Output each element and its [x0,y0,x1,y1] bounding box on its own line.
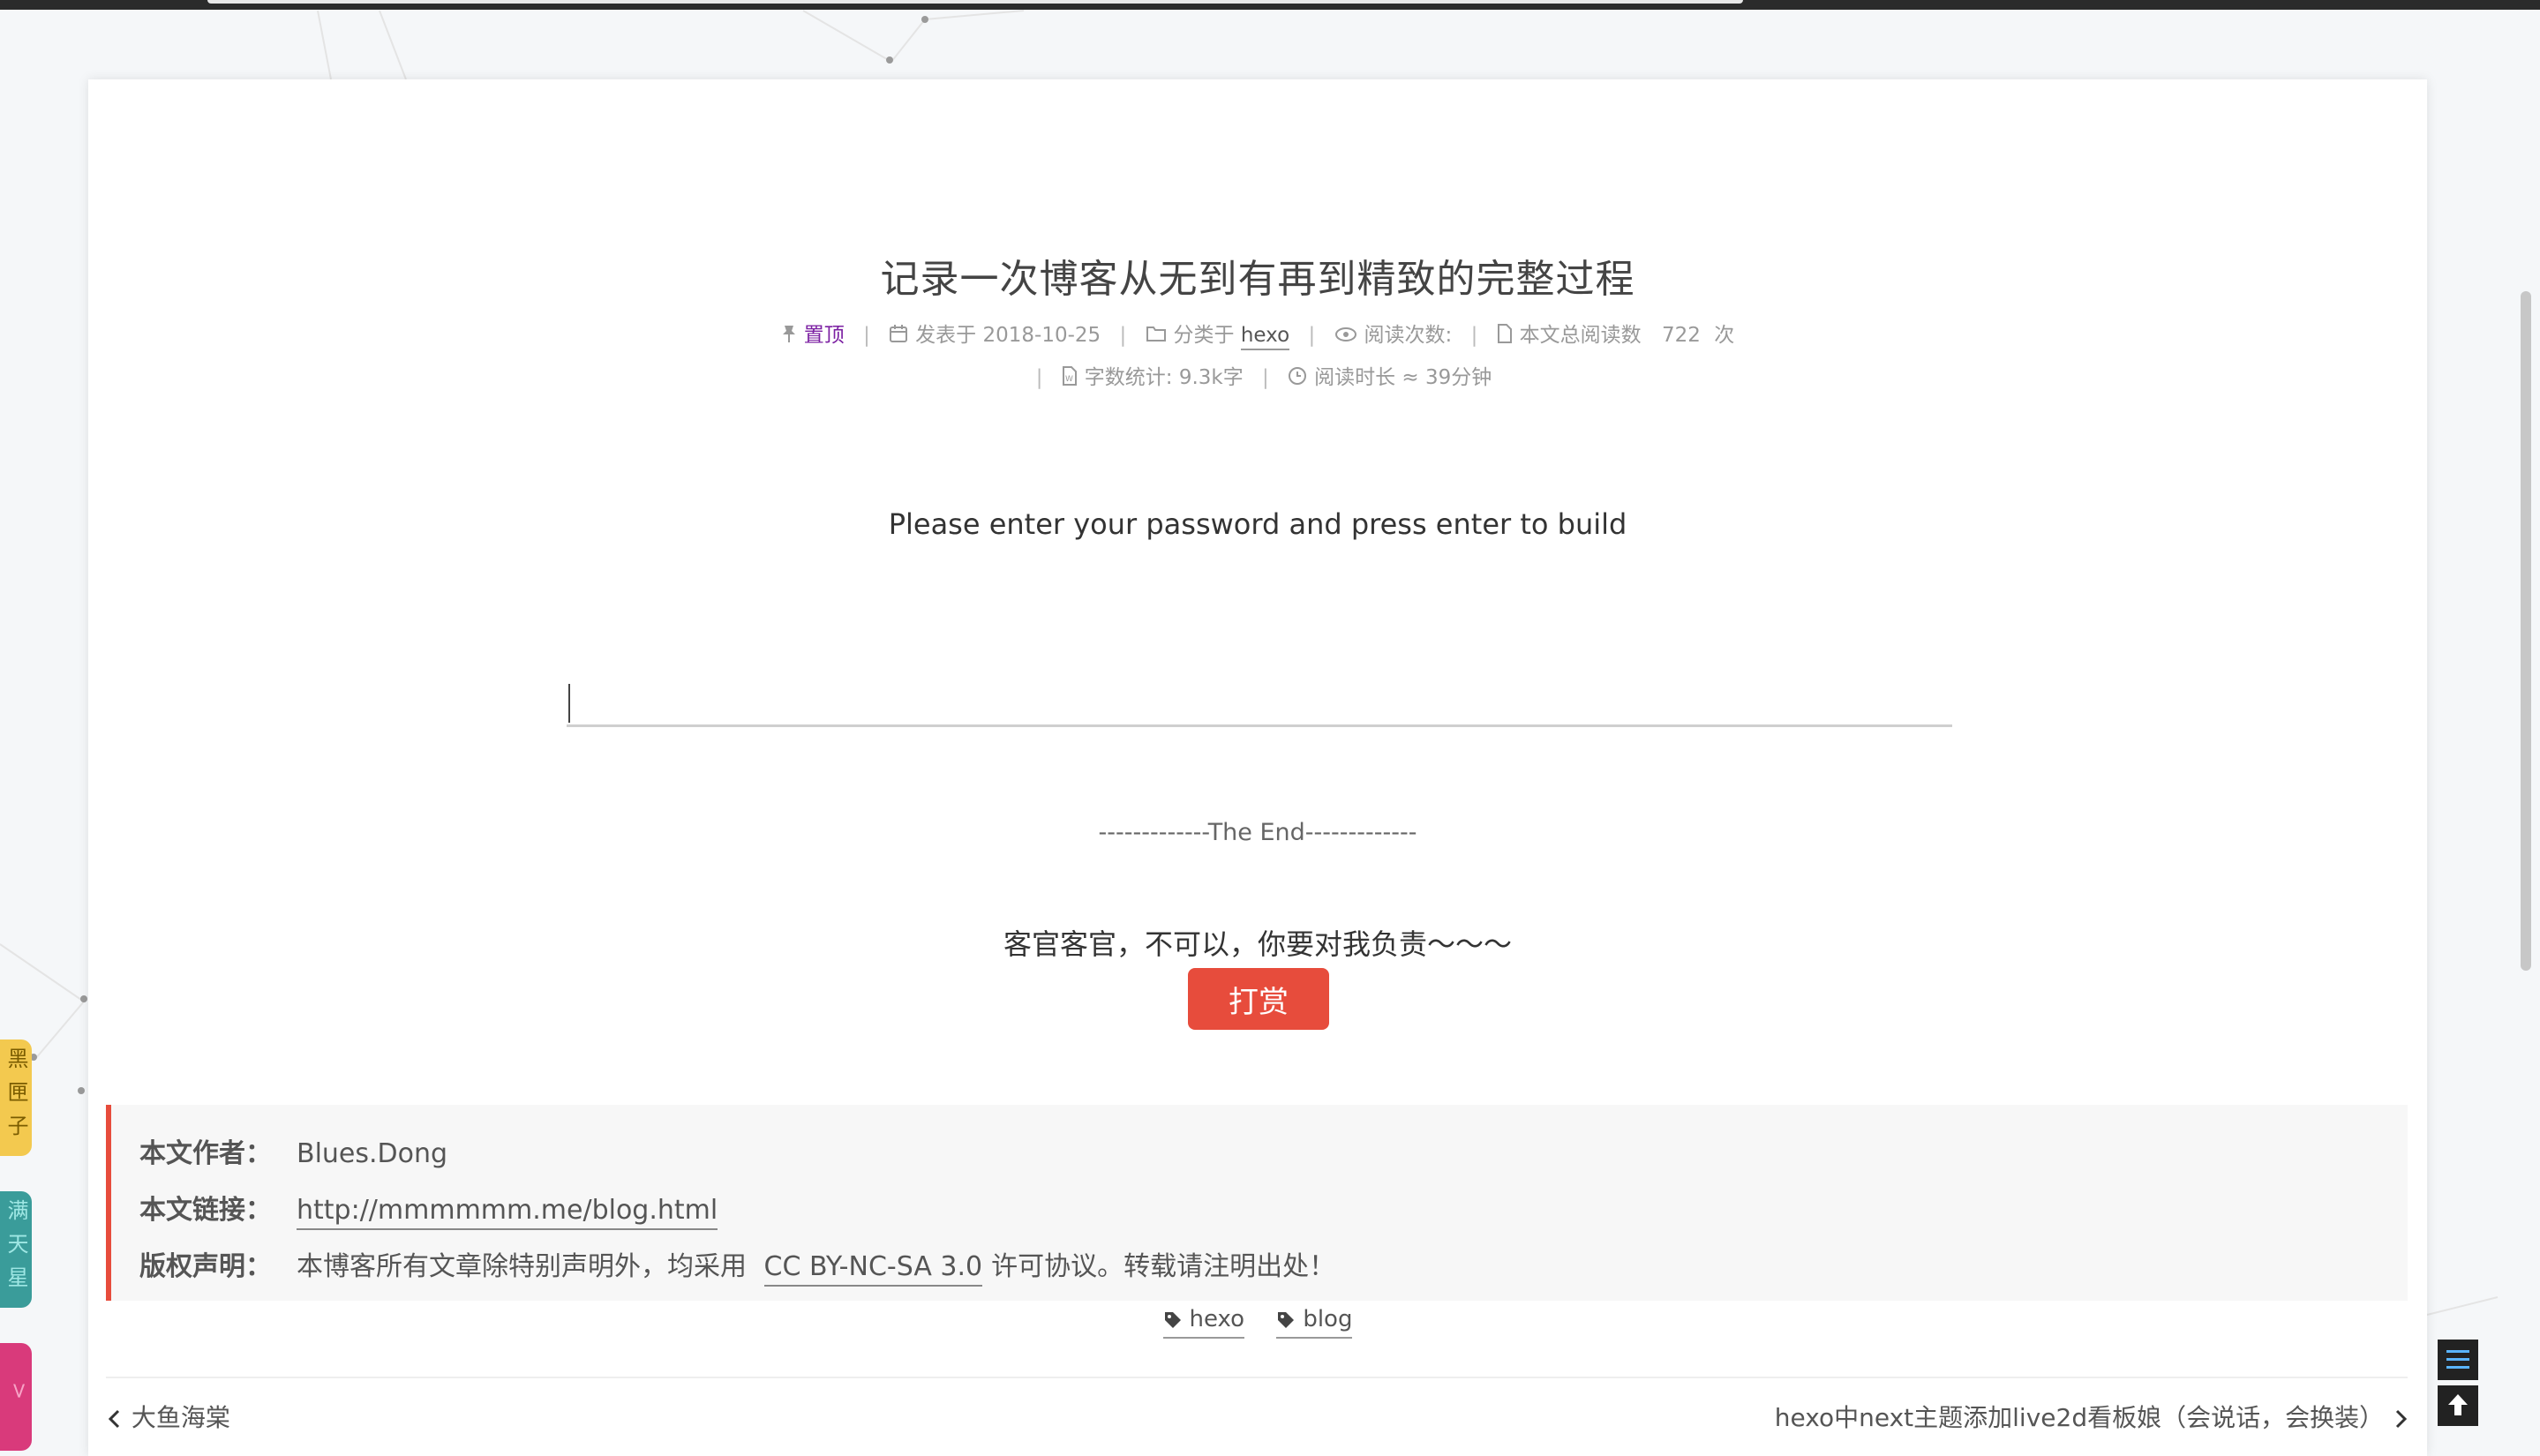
post-title: 记录一次博客从无到有再到精致的完整过程 [880,257,1635,302]
author-row: 本文作者： Blues.Dong [139,1131,447,1170]
post-tags: hexo blog [88,1306,2427,1339]
tag-label: blog [1303,1306,1353,1332]
author-name: Blues.Dong [297,1138,448,1169]
total-reads-unit: 次 [1714,324,1735,347]
author-label: 本文作者： [139,1138,272,1169]
eye-icon [1334,325,1357,348]
reward-button[interactable]: 打赏 [1188,968,1329,1030]
side-tab-expand[interactable]: > [0,1343,32,1451]
chevron-left-icon [108,1409,120,1429]
posted-date: 发表于 2018-10-25 [915,324,1101,347]
scrollbar-thumb[interactable] [2521,291,2531,971]
tag-hexo[interactable]: hexo [1162,1306,1245,1339]
the-end-divider: -------------The End------------- [1098,819,1417,846]
license-row: 版权声明： 本博客所有文章除特别声明外，均采用 CC BY-NC-SA 3.0 许可… [139,1244,1336,1287]
post-link[interactable]: http://mmmmmm.me/blog.html [297,1195,718,1230]
password-input[interactable] [567,675,1952,727]
chevron-right-icon [2395,1409,2408,1429]
category-link[interactable]: hexo [1240,324,1290,350]
link-row: 本文链接： http://mmmmmm.me/blog.html [139,1188,718,1230]
post-nav-divider [106,1377,2408,1378]
license-label: 版权声明： [139,1251,272,1282]
calendar-icon [889,324,908,349]
tag-label: hexo [1189,1306,1245,1332]
side-tab-stars[interactable]: 满天星 [0,1191,32,1308]
text-caret [568,684,570,723]
file-word-icon: W [1062,365,1078,391]
pinned-label: 置顶 [803,324,845,347]
clock-icon [1288,366,1307,391]
prev-post-title: 大鱼海棠 [131,1403,230,1432]
tag-icon [1164,1311,1181,1328]
post-meta: 置顶 | 发表于 2018-10-25 | 分类于 hexo | 阅读次数: |… [88,318,2427,350]
total-reads-label: 本文总阅读数 [1519,324,1642,347]
side-tab-blackbox[interactable]: 黑匣子 [0,1039,32,1156]
arrow-up-icon [2448,1394,2468,1415]
reward-message: 客官客官，不可以，你要对我负责～～～ [1003,927,1512,961]
link-label: 本文链接： [139,1195,272,1226]
copyright-block: 本文作者： Blues.Dong 本文链接： http://mmmmmm.me/bl… [106,1105,2408,1301]
views-label: 阅读次数: [1364,324,1453,347]
total-reads-value: 722 [1661,324,1701,347]
password-prompt: Please enter your password and press ent… [888,507,1627,541]
word-count: 字数统计: 9.3k字 [1084,366,1244,389]
license-prefix: 本博客所有文章除特别声明外，均采用 [297,1251,747,1282]
menu-icon [2446,1350,2469,1369]
svg-text:W: W [1065,375,1073,384]
back-to-top-button[interactable] [2438,1385,2478,1426]
sidebar-toggle-button[interactable] [2438,1340,2478,1380]
tag-blog[interactable]: blog [1276,1306,1353,1339]
folder-icon [1146,325,1167,348]
tag-icon [1278,1311,1295,1328]
next-post-title: hexo中next主题添加live2d看板娘（会说话，会换装） [1774,1403,2385,1432]
read-time: 阅读时长 ≈ 39分钟 [1314,366,1492,389]
prev-post-link[interactable]: 大鱼海棠 [106,1399,230,1434]
category-label: 分类于 [1173,324,1235,347]
next-post-link[interactable]: hexo中next主题添加live2d看板娘（会说话，会换装） [1775,1399,2409,1434]
file-icon [1497,323,1513,349]
license-link[interactable]: CC BY-NC-SA 3.0 [763,1251,983,1287]
post-meta-secondary: | W 字数统计: 9.3k字 | 阅读时长 ≈ 39分钟 [1035,365,1492,391]
license-suffix: 许可协议。转载请注明出处！ [991,1251,1336,1282]
post-card: 记录一次博客从无到有再到精致的完整过程 置顶 | 发表于 2018-10-25 … [88,79,2427,1456]
thumbtack-icon [781,324,797,349]
